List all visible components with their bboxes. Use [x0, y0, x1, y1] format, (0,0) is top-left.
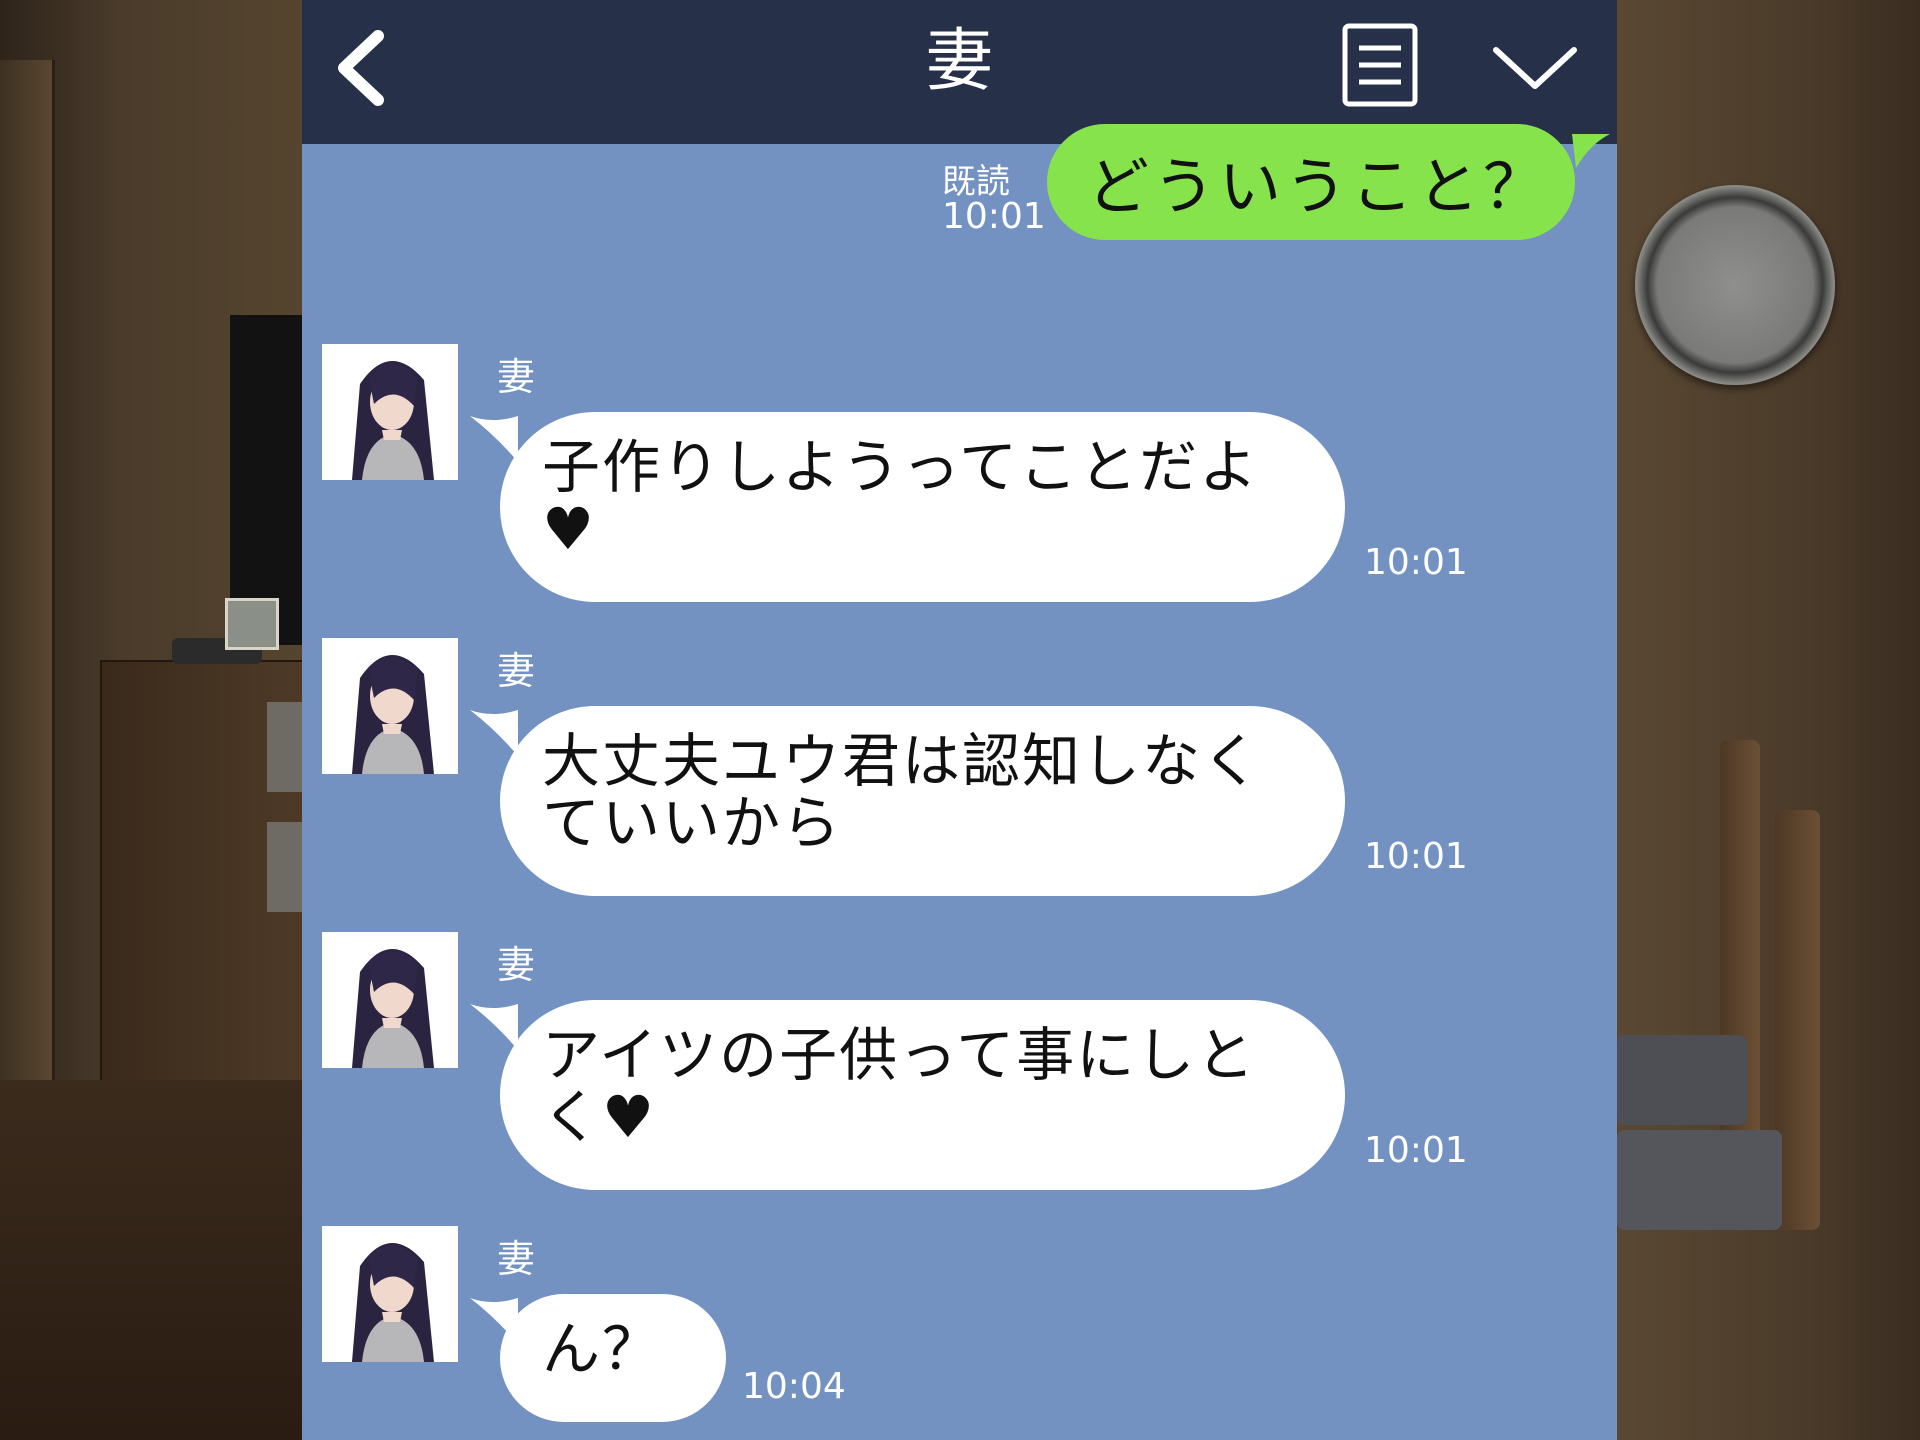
chat-title: 妻 — [925, 22, 994, 101]
chat-window: 妻 既読 10:01 どういうこと？ 妻 子作りしようってことだよ ♥ 10:0… — [302, 0, 1617, 1440]
room-cabinet — [100, 660, 309, 1099]
message-time: 10:01 — [1364, 836, 1468, 877]
incoming-message: 妻 子作りしようってことだよ ♥ 10:01 — [302, 344, 1617, 604]
avatar[interactable] — [322, 1226, 458, 1362]
sender-name: 妻 — [497, 943, 536, 987]
chevron-left-icon — [338, 30, 384, 106]
cabinet-shelf — [267, 822, 303, 912]
incoming-message: 妻 大丈夫ユウ君は認知しなく ていいから 10:01 — [302, 638, 1617, 898]
message-time: 10:01 — [1364, 1130, 1468, 1171]
avatar[interactable] — [322, 638, 458, 774]
message-text: 子作りしようってことだよ ♥ — [542, 433, 1260, 563]
message-text: 大丈夫ユウ君は認知しなく ていいから — [542, 727, 1263, 857]
wall-clock — [1635, 185, 1835, 385]
incoming-message: 妻 ん？ 10:04 — [302, 1226, 1617, 1440]
incoming-message-bubble[interactable]: 子作りしようってことだよ ♥ — [500, 412, 1345, 602]
avatar-image — [322, 344, 458, 480]
cabinet-shelf — [267, 702, 303, 792]
incoming-message-bubble[interactable]: ん？ — [500, 1294, 726, 1422]
bubble-tail — [470, 1004, 518, 1050]
message-list[interactable]: 既読 10:01 どういうこと？ 妻 子作りしようってことだよ ♥ 10:01 … — [302, 124, 1617, 1440]
incoming-message-bubble[interactable]: アイツの子供って事にしと く♥ — [500, 1000, 1345, 1190]
room-tv — [230, 315, 305, 645]
message-text: アイツの子供って事にしと く♥ — [542, 1021, 1257, 1151]
outgoing-message: 既読 10:01 どういうこと？ — [302, 124, 1617, 244]
room-photo-frame — [225, 598, 279, 650]
bubble-tail — [470, 710, 518, 756]
avatar[interactable] — [322, 932, 458, 1068]
menu-list-icon — [1342, 23, 1418, 107]
chair-seat — [1617, 1130, 1782, 1230]
bubble-tail — [1572, 134, 1610, 168]
collapse-button[interactable] — [1490, 40, 1580, 96]
avatar-image — [322, 638, 458, 774]
chevron-down-icon — [1493, 47, 1577, 89]
message-text: ん？ — [542, 1315, 663, 1383]
avatar[interactable] — [322, 344, 458, 480]
menu-button[interactable] — [1341, 22, 1419, 108]
message-time: 10:01 — [942, 196, 1046, 237]
sender-name: 妻 — [497, 649, 536, 693]
avatar-image — [322, 932, 458, 1068]
outgoing-message-bubble[interactable]: どういうこと？ — [1047, 124, 1575, 240]
incoming-message: 妻 アイツの子供って事にしと く♥ 10:01 — [302, 932, 1617, 1192]
back-button[interactable] — [330, 28, 400, 108]
sender-name: 妻 — [497, 355, 536, 399]
bubble-tail — [470, 416, 518, 462]
incoming-message-bubble[interactable]: 大丈夫ユウ君は認知しなく ていいから — [500, 706, 1345, 896]
message-text: どういうこと？ — [1087, 150, 1550, 223]
sender-name: 妻 — [497, 1237, 536, 1281]
message-time: 10:01 — [1364, 542, 1468, 583]
avatar-image — [322, 1226, 458, 1362]
message-time: 10:04 — [742, 1366, 846, 1407]
chair-seat — [1617, 1035, 1747, 1125]
chat-header: 妻 — [302, 0, 1617, 144]
